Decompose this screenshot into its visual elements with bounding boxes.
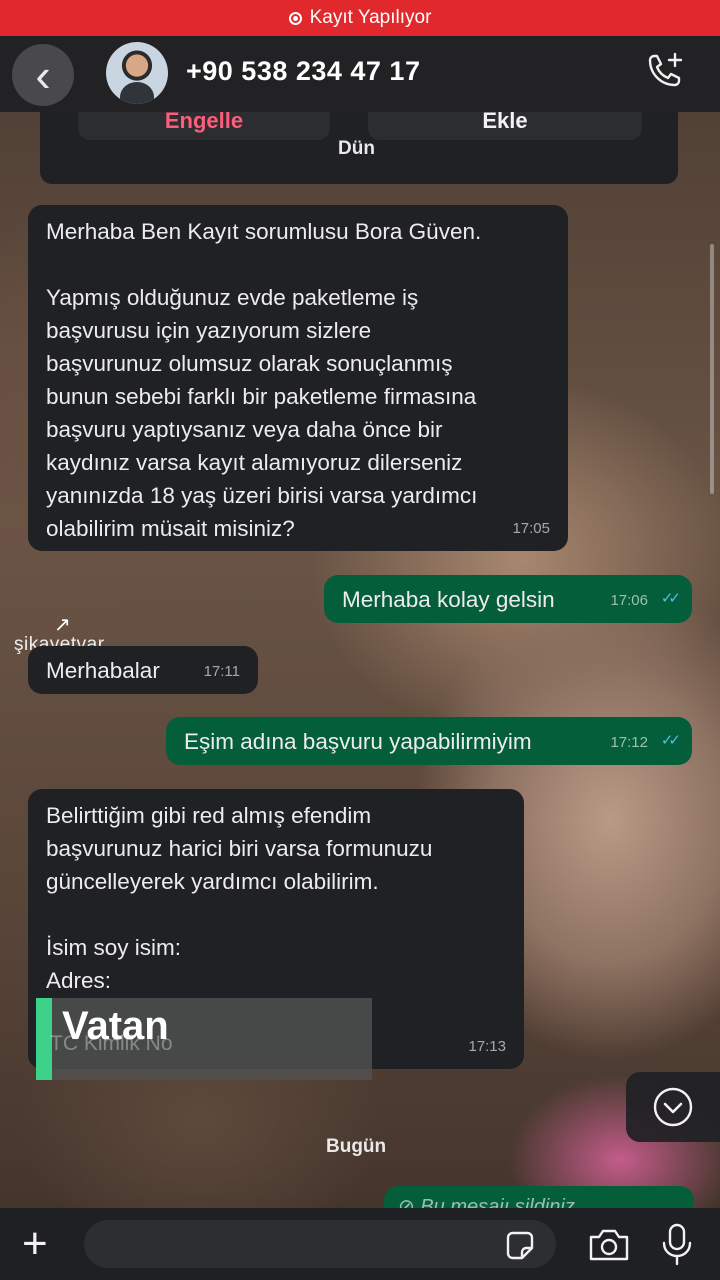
- unknown-contact-card: Engelle Ekle Dün: [40, 112, 678, 184]
- message-time: 17:05: [512, 520, 550, 537]
- message-input-bar: +: [0, 1208, 720, 1280]
- scroll-to-bottom-button[interactable]: [626, 1072, 720, 1142]
- back-button[interactable]: ‹: [12, 44, 74, 106]
- message-text: Belirttiğim gibi red almış efendim başvu…: [46, 803, 433, 993]
- contact-title[interactable]: +90 538 234 47 17: [186, 56, 420, 87]
- chat-header: ‹ +90 538 234 47 17: [0, 36, 720, 112]
- screen-recording-bar[interactable]: Kayıt Yapılıyor: [0, 0, 720, 36]
- avatar[interactable]: [106, 42, 168, 104]
- plus-icon[interactable]: +: [22, 1222, 48, 1266]
- message-input[interactable]: [84, 1220, 556, 1268]
- microphone-icon[interactable]: [660, 1222, 694, 1268]
- vatan-logo: Vatan: [62, 1004, 169, 1048]
- chevron-down-icon: [653, 1087, 693, 1127]
- read-receipt-icon: ✓✓: [660, 590, 681, 607]
- message-time: 17:06: [610, 592, 648, 609]
- add-contact-button[interactable]: Ekle: [368, 112, 642, 140]
- block-button[interactable]: Engelle: [78, 112, 330, 140]
- message-incoming[interactable]: Merhaba Ben Kayıt sorumlusu Bora Güven. …: [28, 205, 568, 551]
- record-icon: [288, 11, 302, 25]
- vatan-logo-overlay: TC Kimlik No Vatan: [36, 998, 372, 1080]
- message-text: Merhaba Ben Kayıt sorumlusu Bora Güven. …: [46, 219, 482, 541]
- message-time: 17:13: [468, 1038, 506, 1055]
- read-receipt-icon: ✓✓: [660, 732, 681, 749]
- chat-wallpaper: [0, 0, 720, 1280]
- message-incoming[interactable]: Merhabalar 17:11: [28, 646, 258, 694]
- message-time: 17:11: [203, 663, 240, 680]
- recording-label: Kayıt Yapılıyor: [309, 7, 432, 28]
- scrollbar[interactable]: [710, 244, 714, 494]
- message-time: 17:12: [610, 734, 648, 751]
- message-text: Eşim adına başvuru yapabilirmiyim: [184, 729, 532, 754]
- date-separator-yesterday: Dün: [338, 138, 375, 159]
- message-outgoing[interactable]: Merhaba kolay gelsin 17:06 ✓✓: [324, 575, 692, 623]
- message-outgoing[interactable]: Eşim adına başvuru yapabilirmiyim 17:12 …: [166, 717, 692, 765]
- date-separator-today: Bugün: [326, 1136, 387, 1157]
- sticker-icon[interactable]: [502, 1228, 538, 1264]
- chevron-left-icon: ‹: [35, 49, 51, 101]
- add-call-icon[interactable]: [642, 50, 686, 94]
- camera-icon[interactable]: [586, 1226, 632, 1264]
